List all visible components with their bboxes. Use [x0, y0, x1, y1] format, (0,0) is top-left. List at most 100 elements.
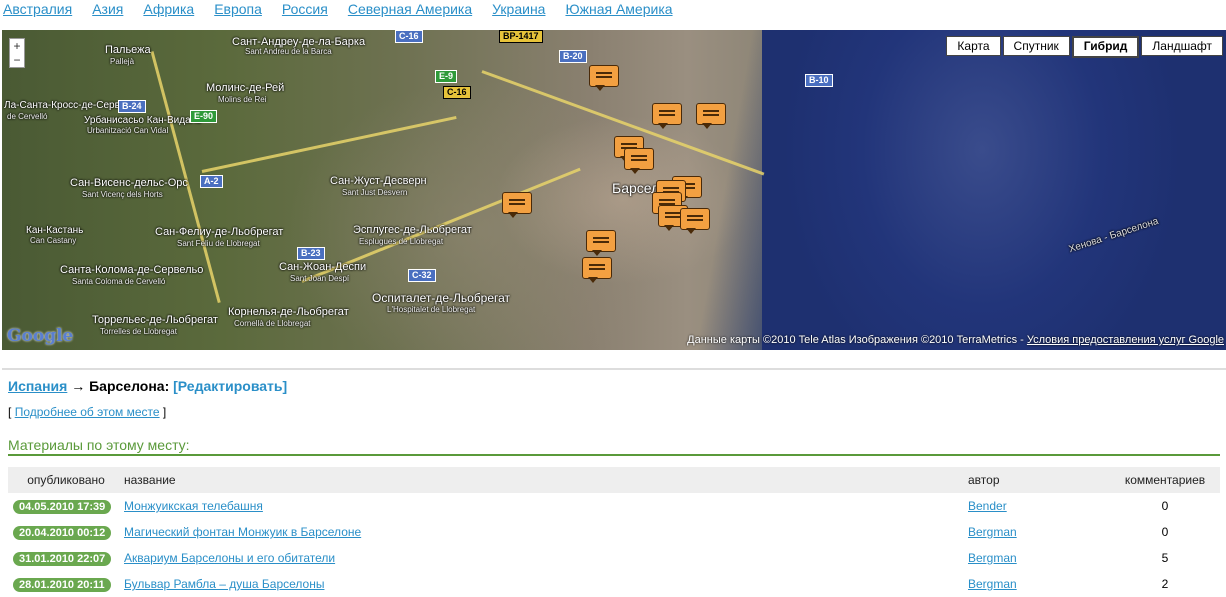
materials-table: опубликовано название автор комментариев… — [8, 467, 1220, 597]
column-header-title[interactable]: название — [124, 467, 968, 493]
table-row: 04.05.2010 17:39 Монжуикская телебашня B… — [8, 493, 1220, 519]
map-marker-icon[interactable] — [696, 103, 726, 129]
section-title: Материалы по этому месту: — [8, 437, 190, 453]
map-zoom-control: + − — [9, 38, 25, 68]
road-shield: E-90 — [190, 110, 218, 123]
author-link[interactable]: Bergman — [968, 577, 1017, 591]
edit-link[interactable]: [Редактировать] — [173, 378, 287, 394]
road-shield: E-9 — [435, 70, 458, 83]
comments-count: 0 — [1161, 525, 1169, 539]
map-label: Cornellà de Llobregat — [234, 319, 311, 328]
region-nav: Австралия Азия Африка Европа Россия Севе… — [3, 1, 693, 19]
map-label: Молинс-де-Рей — [206, 82, 285, 94]
map-label: Torrelles de Llobregat — [100, 327, 177, 336]
map-type-control: Карта Спутник Гибрид Ландшафт — [946, 36, 1223, 58]
road-shield: A-2 — [200, 175, 223, 188]
map-marker-icon[interactable] — [624, 148, 654, 174]
column-header-comments[interactable]: комментариев — [1110, 467, 1220, 493]
map-label: Корнелья-де-Льобрегат — [228, 306, 349, 318]
region-link-ukraine[interactable]: Украина — [492, 1, 545, 19]
map-label: Сан-Жуст-Десверн — [330, 175, 427, 187]
map-type-satellite-button[interactable]: Спутник — [1002, 36, 1070, 56]
road-shield: B-24 — [118, 100, 146, 113]
road-shield: C-16 — [395, 30, 423, 43]
road-shield: C-16 — [443, 86, 471, 99]
map-type-hybrid-button[interactable]: Гибрид — [1071, 36, 1140, 58]
bracket-close: ] — [162, 405, 167, 419]
divider — [2, 368, 1226, 370]
map-marker-icon[interactable] — [586, 230, 616, 256]
region-link-europe[interactable]: Европа — [214, 1, 262, 19]
map-label: Sant Just Desvern — [342, 188, 408, 197]
map-label: Санта-Колома-де-Сервельо — [60, 264, 204, 276]
map-marker-icon[interactable] — [589, 65, 619, 91]
material-title-link[interactable]: Магический фонтан Монжуик в Барселоне — [124, 525, 361, 539]
map-label: Can Castany — [30, 236, 77, 245]
map-label: Сан-Фелиу-де-Льобрегат — [155, 226, 284, 238]
author-link[interactable]: Bergman — [968, 551, 1017, 565]
zoom-in-button[interactable]: + — [10, 39, 24, 53]
map-road — [201, 115, 457, 173]
map-label: Molins de Rei — [218, 95, 267, 104]
zoom-out-button[interactable]: − — [10, 53, 24, 67]
map-view[interactable]: Пальежа Pallejà Сант-Андреу-де-ла-Барка … — [2, 30, 1226, 350]
map-type-terrain-button[interactable]: Ландшафт — [1141, 36, 1223, 56]
breadcrumb-city: Барселона: — [89, 378, 170, 394]
table-row: 20.04.2010 00:12 Магический фонтан Монжу… — [8, 519, 1220, 545]
road-shield: C-32 — [408, 269, 436, 282]
map-marker-icon[interactable] — [502, 192, 532, 218]
google-logo: Google — [7, 326, 74, 346]
material-title-link[interactable]: Бульвар Рамбла – душа Барселоны — [124, 577, 324, 591]
author-link[interactable]: Bergman — [968, 525, 1017, 539]
date-badge: 31.01.2010 22:07 — [13, 551, 112, 566]
terms-link[interactable]: Условия предоставления услуг Google — [1027, 334, 1224, 346]
region-link-russia[interactable]: Россия — [282, 1, 328, 19]
material-title-link[interactable]: Аквариум Барселоны и его обитатели — [124, 551, 335, 565]
map-marker-icon[interactable] — [582, 257, 612, 283]
breadcrumb-country-link[interactable]: Испания — [8, 378, 67, 394]
map-label: Pallejà — [110, 57, 135, 66]
map-label: Сан-Жоан-Деспи — [279, 261, 367, 273]
map-label: Sant Joan Despí — [290, 274, 350, 283]
table-header-row: опубликовано название автор комментариев — [8, 467, 1220, 493]
copyright-text: Данные карты ©2010 Tele Atlas Изображени… — [687, 334, 1027, 346]
region-link-australia[interactable]: Австралия — [3, 1, 72, 19]
region-link-south-america[interactable]: Южная Америка — [565, 1, 672, 19]
map-type-map-button[interactable]: Карта — [946, 36, 1001, 56]
road-shield: BP-1417 — [499, 30, 543, 43]
road-shield: B-20 — [559, 50, 587, 63]
material-title-link[interactable]: Монжуикская телебашня — [124, 499, 263, 513]
breadcrumb-arrow: → — [71, 378, 86, 394]
column-header-published[interactable]: опубликовано — [8, 467, 124, 493]
map-label: Esplugues de Llobregat — [359, 237, 444, 246]
region-link-north-america[interactable]: Северная Америка — [348, 1, 472, 19]
map-marker-icon[interactable] — [680, 208, 710, 234]
table-row: 28.01.2010 20:11 Бульвар Рамбла – душа Б… — [8, 571, 1220, 597]
comments-count: 0 — [1161, 499, 1169, 513]
map-label: Sant Feliu de Llobregat — [177, 239, 260, 248]
comments-count: 5 — [1161, 551, 1169, 565]
map-label: Урбанисасьо Кан-Видаль — [84, 115, 202, 126]
map-label: Эсплугес-де-Льобрегат — [353, 224, 472, 236]
date-badge: 28.01.2010 20:11 — [13, 577, 111, 592]
more-info-link[interactable]: Подробнее об этом месте — [15, 405, 160, 419]
bracket-open: [ — [8, 405, 12, 419]
map-label: Оспиталет-де-Льобрегат — [372, 291, 511, 305]
map-label: de Cervelló — [7, 112, 48, 121]
map-label: Сан-Висенс-дельс-Орс — [70, 177, 188, 189]
road-shield: B-23 — [297, 247, 325, 260]
map-label: Urbanització Can Vidal — [87, 126, 169, 135]
more-info: [ Подробнее об этом месте ] — [8, 405, 166, 419]
date-badge: 20.04.2010 00:12 — [13, 525, 112, 540]
breadcrumb: Испания → Барселона: [Редактировать] — [8, 378, 287, 394]
region-link-asia[interactable]: Азия — [92, 1, 123, 19]
map-label: L'Hospitalet de Llobregat — [387, 305, 476, 314]
author-link[interactable]: Bender — [968, 499, 1007, 513]
region-link-africa[interactable]: Африка — [143, 1, 194, 19]
column-header-author[interactable]: автор — [968, 467, 1110, 493]
map-label: Sant Vicenç dels Horts — [82, 190, 163, 199]
road-shield: B-10 — [805, 74, 833, 87]
table-row: 31.01.2010 22:07 Аквариум Барселоны и ег… — [8, 545, 1220, 571]
map-label: Santa Coloma de Cervelló — [72, 277, 166, 286]
map-marker-icon[interactable] — [652, 103, 682, 129]
